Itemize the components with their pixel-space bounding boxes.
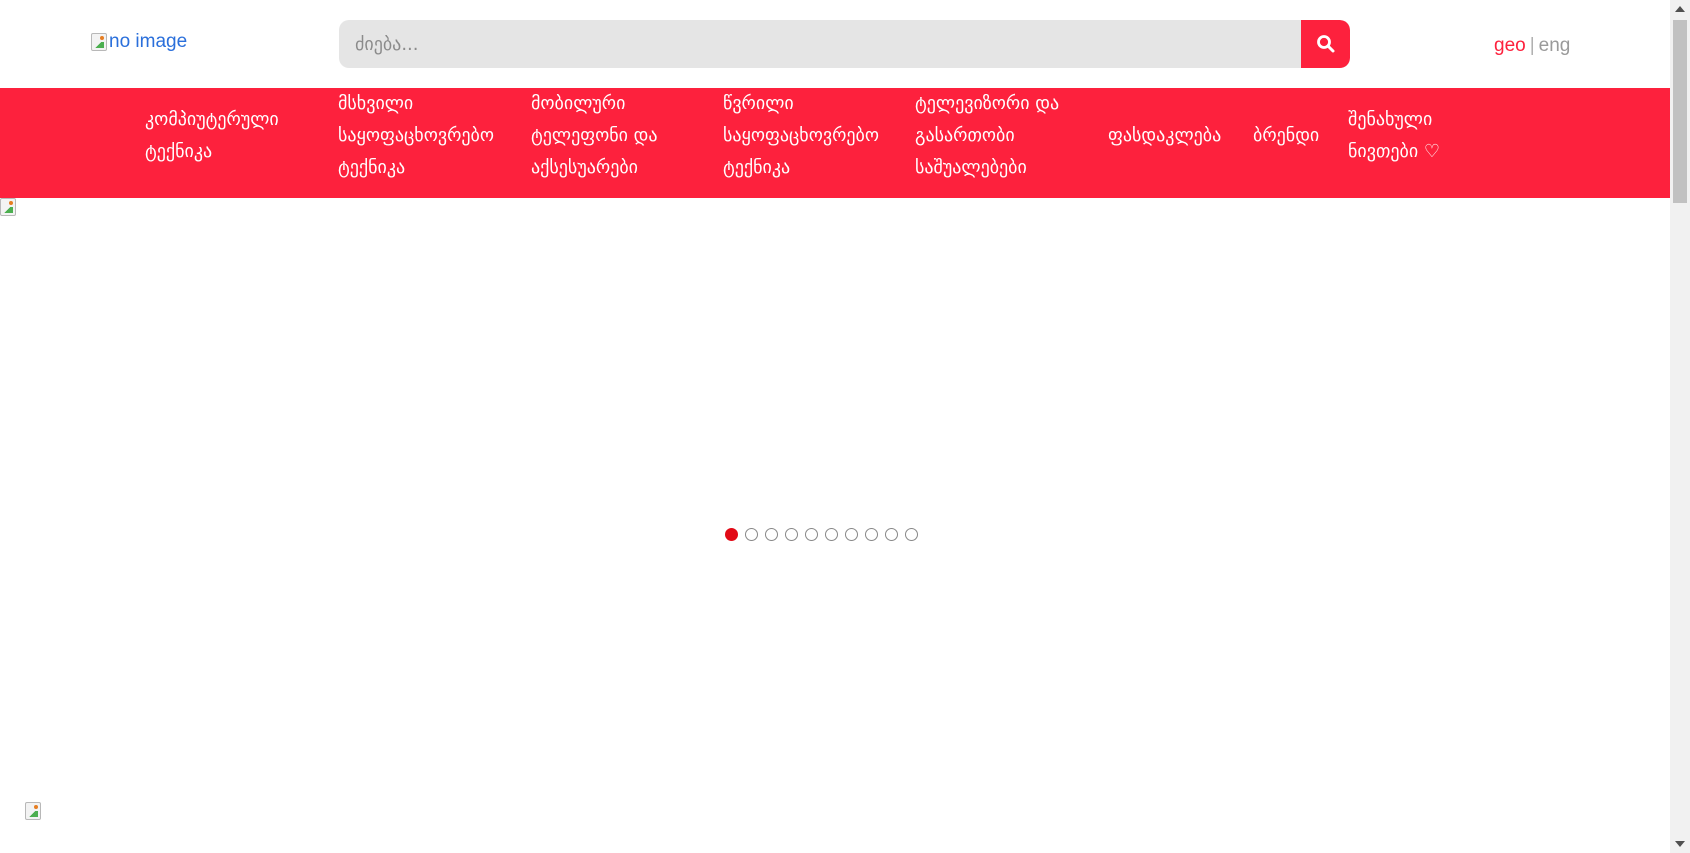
scroll-down-arrow-icon[interactable] [1675, 841, 1685, 847]
nav-item-label: გასართობი [915, 125, 1015, 146]
nav-item-brands[interactable]: ბრენდი [1253, 120, 1319, 152]
page: no image geo|eng კომპიუტერული ტექნიკა მს… [0, 0, 1670, 853]
nav-item-mobile-phones[interactable]: მობილური ტელეფონი და აქსესუარები [531, 88, 658, 184]
nav-item-label: შენახული [1348, 109, 1433, 130]
search-icon [1316, 35, 1334, 53]
nav-item-tv-entertainment[interactable]: ტელევიზორი და გასართობი საშუალებები [915, 88, 1059, 184]
nav-item-label: წვრილი [723, 93, 794, 114]
scrollbar[interactable] [1670, 0, 1690, 853]
lang-separator: | [1529, 35, 1535, 56]
scroll-up-arrow-icon[interactable] [1675, 6, 1685, 12]
nav-item-label: აქსესუარები [531, 157, 638, 178]
slider-dot[interactable] [785, 528, 798, 541]
nav-item-computers[interactable]: კომპიუტერული ტექნიკა [145, 104, 279, 168]
banner-image[interactable] [0, 198, 16, 216]
slider-dot[interactable] [725, 528, 738, 541]
broken-image-icon [91, 33, 107, 51]
slider-dot[interactable] [765, 528, 778, 541]
slider-dot[interactable] [845, 528, 858, 541]
lang-eng[interactable]: eng [1539, 35, 1571, 56]
nav-item-label: ბრენდი [1253, 125, 1320, 146]
slider-dot[interactable] [905, 528, 918, 541]
slider-dots [725, 528, 918, 544]
floating-image[interactable] [25, 802, 41, 820]
header: no image geo|eng [0, 0, 1670, 88]
search-bar [339, 20, 1350, 68]
nav-item-small-appliances[interactable]: წვრილი საყოფაცხოვრებო ტექნიკა [723, 88, 879, 184]
nav-item-label: საყოფაცხოვრებო [723, 125, 880, 146]
lang-geo[interactable]: geo [1494, 35, 1526, 56]
slider-dot[interactable] [805, 528, 818, 541]
logo[interactable]: no image [91, 30, 187, 54]
slider-dot[interactable] [745, 528, 758, 541]
slider-dot[interactable] [865, 528, 878, 541]
logo-alt-text: no image [109, 31, 188, 52]
search-button[interactable] [1301, 20, 1350, 68]
language-switcher: geo | eng [1494, 35, 1570, 57]
nav-item-saved-items[interactable]: შენახული ნივთები ♡ [1348, 104, 1440, 168]
nav-item-discounts[interactable]: ფასდაკლება [1108, 120, 1221, 152]
nav-item-label: ტექნიკა [145, 141, 213, 162]
nav-item-label: ტექნიკა [723, 157, 791, 178]
banner-slider [0, 198, 1670, 558]
nav-item-label: ტელეფონი და [531, 125, 658, 146]
nav-item-label: ტელევიზორი და [915, 93, 1060, 114]
nav-item-label: ტექნიკა [338, 157, 406, 178]
slider-dot[interactable] [885, 528, 898, 541]
nav-item-label: საშუალებები [915, 157, 1027, 178]
search-input[interactable] [339, 20, 1301, 68]
nav-item-label: ნივთები ♡ [1348, 141, 1440, 162]
nav-item-label: მსხვილი [338, 93, 414, 114]
scroll-thumb[interactable] [1673, 20, 1687, 203]
slider-dot[interactable] [825, 528, 838, 541]
nav-item-label: საყოფაცხოვრებო [338, 125, 495, 146]
nav-item-label: ფასდაკლება [1108, 125, 1222, 146]
category-nav: კომპიუტერული ტექნიკა მსხვილი საყოფაცხოვრ… [0, 88, 1670, 198]
nav-item-label: მობილური [531, 93, 626, 114]
nav-item-large-appliances[interactable]: მსხვილი საყოფაცხოვრებო ტექნიკა [338, 88, 494, 184]
nav-item-label: კომპიუტერული [145, 109, 279, 130]
